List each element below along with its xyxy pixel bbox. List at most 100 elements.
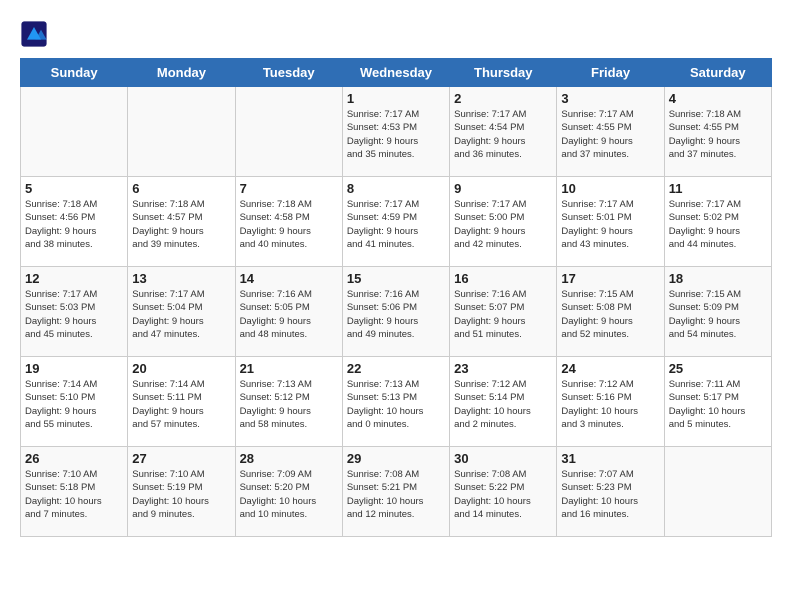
week-row-3: 12Sunrise: 7:17 AM Sunset: 5:03 PM Dayli… <box>21 267 772 357</box>
day-info: Sunrise: 7:17 AM Sunset: 5:04 PM Dayligh… <box>132 288 230 341</box>
calendar-cell: 18 Sunrise: 7:15 AM Sunset: 5:09 PM Dayli… <box>664 267 771 357</box>
calendar-cell: 24Sunrise: 7:12 AM Sunset: 5:16 PM Dayli… <box>557 357 664 447</box>
day-of-week-wednesday: Wednesday <box>342 59 449 87</box>
day-number: 29 <box>347 451 445 466</box>
day-info: Sunrise: 7:16 AM Sunset: 5:06 PM Dayligh… <box>347 288 445 341</box>
day-number: 5 <box>25 181 123 196</box>
day-number: 1 <box>347 91 445 106</box>
day-number: 12 <box>25 271 123 286</box>
day-number: 28 <box>240 451 338 466</box>
calendar-body: 1Sunrise: 7:17 AM Sunset: 4:53 PM Daylig… <box>21 87 772 537</box>
calendar-cell: 23 Sunrise: 7:12 AM Sunset: 5:14 PM Dayli… <box>450 357 557 447</box>
day-info: Sunrise: 7:18 AM Sunset: 4:56 PM Dayligh… <box>25 198 123 251</box>
calendar-cell: 27Sunrise: 7:10 AM Sunset: 5:19 PM Dayli… <box>128 447 235 537</box>
day-info: Sunrise: 7:17 AM Sunset: 5:01 PM Dayligh… <box>561 198 659 251</box>
calendar-cell: 14Sunrise: 7:16 AM Sunset: 5:05 PM Dayli… <box>235 267 342 357</box>
calendar-cell: 13 Sunrise: 7:17 AM Sunset: 5:04 PM Dayli… <box>128 267 235 357</box>
calendar-cell <box>664 447 771 537</box>
day-info: Sunrise: 7:15 AM Sunset: 5:08 PM Dayligh… <box>561 288 659 341</box>
calendar-cell: 29Sunrise: 7:08 AM Sunset: 5:21 PM Dayli… <box>342 447 449 537</box>
calendar-cell: 28 Sunrise: 7:09 AM Sunset: 5:20 PM Dayli… <box>235 447 342 537</box>
calendar-cell: 21 Sunrise: 7:13 AM Sunset: 5:12 PM Dayli… <box>235 357 342 447</box>
calendar-cell: 8 Sunrise: 7:17 AM Sunset: 4:59 PM Daylig… <box>342 177 449 267</box>
day-number: 6 <box>132 181 230 196</box>
day-of-week-thursday: Thursday <box>450 59 557 87</box>
calendar-cell <box>235 87 342 177</box>
day-info: Sunrise: 7:17 AM Sunset: 4:59 PM Dayligh… <box>347 198 445 251</box>
calendar-cell: 17 Sunrise: 7:15 AM Sunset: 5:08 PM Dayli… <box>557 267 664 357</box>
day-info: Sunrise: 7:18 AM Sunset: 4:57 PM Dayligh… <box>132 198 230 251</box>
day-info: Sunrise: 7:13 AM Sunset: 5:12 PM Dayligh… <box>240 378 338 431</box>
calendar-cell: 5 Sunrise: 7:18 AM Sunset: 4:56 PM Daylig… <box>21 177 128 267</box>
day-of-week-monday: Monday <box>128 59 235 87</box>
day-number: 31 <box>561 451 659 466</box>
day-info: Sunrise: 7:17 AM Sunset: 5:00 PM Dayligh… <box>454 198 552 251</box>
day-info: Sunrise: 7:13 AM Sunset: 5:13 PM Dayligh… <box>347 378 445 431</box>
calendar-cell: 19Sunrise: 7:14 AM Sunset: 5:10 PM Dayli… <box>21 357 128 447</box>
day-info: Sunrise: 7:18 AM Sunset: 4:55 PM Dayligh… <box>669 108 767 161</box>
day-number: 3 <box>561 91 659 106</box>
day-number: 7 <box>240 181 338 196</box>
day-of-week-tuesday: Tuesday <box>235 59 342 87</box>
day-info: Sunrise: 7:10 AM Sunset: 5:18 PM Dayligh… <box>25 468 123 521</box>
day-info: Sunrise: 7:15 AM Sunset: 5:09 PM Dayligh… <box>669 288 767 341</box>
day-info: Sunrise: 7:16 AM Sunset: 5:07 PM Dayligh… <box>454 288 552 341</box>
calendar-cell: 26Sunrise: 7:10 AM Sunset: 5:18 PM Dayli… <box>21 447 128 537</box>
day-number: 19 <box>25 361 123 376</box>
page-header <box>20 20 772 48</box>
days-of-week-row: SundayMondayTuesdayWednesdayThursdayFrid… <box>21 59 772 87</box>
day-info: Sunrise: 7:07 AM Sunset: 5:23 PM Dayligh… <box>561 468 659 521</box>
day-number: 20 <box>132 361 230 376</box>
calendar-header: SundayMondayTuesdayWednesdayThursdayFrid… <box>21 59 772 87</box>
day-number: 10 <box>561 181 659 196</box>
calendar-cell: 25Sunrise: 7:11 AM Sunset: 5:17 PM Dayli… <box>664 357 771 447</box>
day-number: 13 <box>132 271 230 286</box>
day-number: 27 <box>132 451 230 466</box>
logo <box>20 20 50 48</box>
calendar-cell: 30 Sunrise: 7:08 AM Sunset: 5:22 PM Dayli… <box>450 447 557 537</box>
day-number: 11 <box>669 181 767 196</box>
day-number: 18 <box>669 271 767 286</box>
day-of-week-sunday: Sunday <box>21 59 128 87</box>
day-info: Sunrise: 7:17 AM Sunset: 5:02 PM Dayligh… <box>669 198 767 251</box>
calendar-cell: 20 Sunrise: 7:14 AM Sunset: 5:11 PM Dayli… <box>128 357 235 447</box>
day-info: Sunrise: 7:12 AM Sunset: 5:14 PM Dayligh… <box>454 378 552 431</box>
calendar-cell: 16Sunrise: 7:16 AM Sunset: 5:07 PM Dayli… <box>450 267 557 357</box>
day-of-week-friday: Friday <box>557 59 664 87</box>
calendar-cell: 31 Sunrise: 7:07 AM Sunset: 5:23 PM Dayli… <box>557 447 664 537</box>
calendar-cell: 15 Sunrise: 7:16 AM Sunset: 5:06 PM Dayli… <box>342 267 449 357</box>
day-info: Sunrise: 7:17 AM Sunset: 4:54 PM Dayligh… <box>454 108 552 161</box>
day-info: Sunrise: 7:18 AM Sunset: 4:58 PM Dayligh… <box>240 198 338 251</box>
day-number: 8 <box>347 181 445 196</box>
day-info: Sunrise: 7:09 AM Sunset: 5:20 PM Dayligh… <box>240 468 338 521</box>
day-of-week-saturday: Saturday <box>664 59 771 87</box>
day-number: 22 <box>347 361 445 376</box>
day-number: 21 <box>240 361 338 376</box>
week-row-1: 1Sunrise: 7:17 AM Sunset: 4:53 PM Daylig… <box>21 87 772 177</box>
calendar-cell: 6 Sunrise: 7:18 AM Sunset: 4:57 PM Daylig… <box>128 177 235 267</box>
calendar-cell: 4 Sunrise: 7:18 AM Sunset: 4:55 PM Daylig… <box>664 87 771 177</box>
calendar-cell: 9 Sunrise: 7:17 AM Sunset: 5:00 PM Daylig… <box>450 177 557 267</box>
calendar-cell: 7 Sunrise: 7:18 AM Sunset: 4:58 PM Daylig… <box>235 177 342 267</box>
calendar-cell <box>21 87 128 177</box>
calendar-cell: 1Sunrise: 7:17 AM Sunset: 4:53 PM Daylig… <box>342 87 449 177</box>
calendar-cell: 22 Sunrise: 7:13 AM Sunset: 5:13 PM Dayli… <box>342 357 449 447</box>
day-number: 14 <box>240 271 338 286</box>
day-number: 23 <box>454 361 552 376</box>
day-info: Sunrise: 7:14 AM Sunset: 5:11 PM Dayligh… <box>132 378 230 431</box>
day-info: Sunrise: 7:08 AM Sunset: 5:22 PM Dayligh… <box>454 468 552 521</box>
day-number: 30 <box>454 451 552 466</box>
day-info: Sunrise: 7:17 AM Sunset: 4:55 PM Dayligh… <box>561 108 659 161</box>
day-number: 4 <box>669 91 767 106</box>
calendar-table: SundayMondayTuesdayWednesdayThursdayFrid… <box>20 58 772 537</box>
day-info: Sunrise: 7:11 AM Sunset: 5:17 PM Dayligh… <box>669 378 767 431</box>
calendar-cell: 2Sunrise: 7:17 AM Sunset: 4:54 PM Daylig… <box>450 87 557 177</box>
day-number: 17 <box>561 271 659 286</box>
day-number: 15 <box>347 271 445 286</box>
day-number: 24 <box>561 361 659 376</box>
calendar-cell: 11 Sunrise: 7:17 AM Sunset: 5:02 PM Dayli… <box>664 177 771 267</box>
calendar-cell: 3 Sunrise: 7:17 AM Sunset: 4:55 PM Daylig… <box>557 87 664 177</box>
logo-icon <box>20 20 48 48</box>
day-number: 9 <box>454 181 552 196</box>
calendar-cell: 12Sunrise: 7:17 AM Sunset: 5:03 PM Dayli… <box>21 267 128 357</box>
